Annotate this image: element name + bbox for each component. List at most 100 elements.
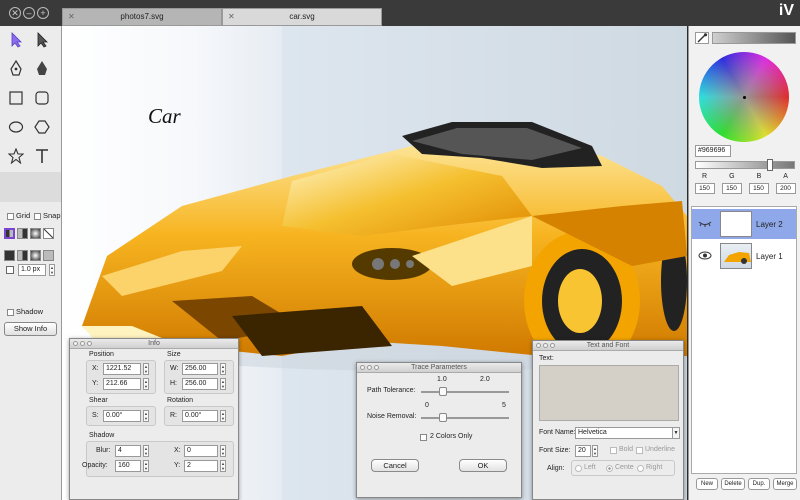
underline-label: Underline xyxy=(645,446,675,453)
align-left-radio[interactable] xyxy=(575,465,582,472)
eye-closed-icon[interactable] xyxy=(698,219,712,227)
font-size-field[interactable]: 20 xyxy=(575,445,591,457)
color-wheel[interactable] xyxy=(699,52,789,142)
rectangle-tool[interactable] xyxy=(6,88,26,108)
stroke-width-field[interactable]: 1.0 px xyxy=(18,264,46,276)
panel-window-controls[interactable] xyxy=(536,343,555,348)
shear-stepper[interactable]: ▲ ▼ xyxy=(143,410,149,422)
hex-color-field[interactable]: #969696 xyxy=(695,145,731,157)
font-name-field[interactable]: Helvetica xyxy=(575,427,673,439)
direct-select-tool[interactable] xyxy=(32,30,52,50)
delete-layer-button[interactable]: Delete xyxy=(721,478,745,490)
align-center-radio[interactable] xyxy=(606,465,613,472)
tolerance-slider-thumb[interactable] xyxy=(439,387,447,396)
bold-checkbox[interactable] xyxy=(610,447,617,454)
font-size-stepper[interactable]: ▲ ▼ xyxy=(592,445,598,457)
shadow-checkbox[interactable] xyxy=(7,309,14,316)
brightness-bar[interactable] xyxy=(712,32,796,44)
eye-icon[interactable] xyxy=(698,251,712,260)
shadow-y-field[interactable]: 2 xyxy=(184,460,218,472)
noise-min-label: 0 xyxy=(425,402,429,409)
duplicate-layer-button[interactable]: Dup. xyxy=(748,478,770,490)
eyedropper-button[interactable] xyxy=(695,32,709,44)
opacity-field[interactable]: 160 xyxy=(115,460,141,472)
fill-none-button[interactable] xyxy=(4,228,15,239)
stroke-clear-button[interactable] xyxy=(43,250,54,261)
shadow-y-stepper[interactable]: ▲ ▼ xyxy=(220,460,226,472)
blur-stepper[interactable]: ▲ ▼ xyxy=(143,445,149,457)
h-field[interactable]: 256.00 xyxy=(182,378,218,390)
select-tool[interactable] xyxy=(6,30,26,50)
merge-layer-button[interactable]: Merge xyxy=(773,478,797,490)
noise-max-label: 5 xyxy=(502,402,506,409)
show-info-button[interactable]: Show Info xyxy=(4,322,57,336)
bold-label: Bold xyxy=(619,446,634,453)
stroke-color-swatch[interactable] xyxy=(6,266,14,274)
noise-slider-thumb[interactable] xyxy=(439,413,447,422)
toolbox: Grid Snap 1.0 px ▲ ▼ Shadow Show Info xyxy=(0,26,62,500)
shadow-x-field[interactable]: 0 xyxy=(184,445,218,457)
polygon-tool[interactable] xyxy=(32,117,52,137)
layer-row[interactable]: Layer 2 xyxy=(692,209,796,239)
align-right-radio[interactable] xyxy=(637,465,644,472)
ellipse-tool[interactable] xyxy=(6,117,26,137)
underline-checkbox[interactable] xyxy=(636,447,643,454)
h-stepper[interactable]: ▲ ▼ xyxy=(220,378,226,390)
grid-checkbox[interactable] xyxy=(7,213,14,220)
maximize-window-button[interactable]: + xyxy=(37,7,49,19)
panel-window-controls[interactable] xyxy=(360,365,379,370)
pen-tool[interactable] xyxy=(6,59,26,79)
shear-field[interactable]: 0.00° xyxy=(103,410,141,422)
b-field[interactable]: 150 xyxy=(748,183,769,194)
layer-row[interactable]: Layer 1 xyxy=(692,241,796,271)
tab-car[interactable]: ✕ car.svg xyxy=(222,8,382,26)
star-tool[interactable] xyxy=(6,146,26,166)
fill-gradient-button[interactable] xyxy=(30,228,41,239)
w-field[interactable]: 256.00 xyxy=(182,363,218,375)
a-field[interactable]: 200 xyxy=(775,183,796,194)
tolerance-slider-track[interactable] xyxy=(421,391,509,393)
y-stepper[interactable]: ▲ ▼ xyxy=(143,378,149,390)
cancel-button[interactable]: Cancel xyxy=(371,459,419,472)
x-field[interactable]: 1221.52 xyxy=(103,363,141,375)
snap-checkbox[interactable] xyxy=(34,213,41,220)
stroke-solid-button[interactable] xyxy=(4,250,15,261)
rounded-rectangle-tool[interactable] xyxy=(32,88,52,108)
alpha-slider-thumb[interactable] xyxy=(767,159,773,171)
text-area[interactable] xyxy=(539,365,679,421)
stroke-gradient-button[interactable] xyxy=(30,250,41,261)
stroke-half-button[interactable] xyxy=(17,250,28,261)
close-tab-icon[interactable]: ✕ xyxy=(228,9,235,25)
minimize-window-button[interactable]: – xyxy=(23,7,35,19)
tab-label: car.svg xyxy=(289,12,315,21)
ok-button[interactable]: OK xyxy=(459,459,507,472)
two-colors-checkbox[interactable] xyxy=(420,434,427,441)
new-layer-button[interactable]: New xyxy=(696,478,718,490)
rotation-field[interactable]: 0.00° xyxy=(182,410,218,422)
y-field[interactable]: 212.66 xyxy=(103,378,141,390)
blur-field[interactable]: 4 xyxy=(115,445,141,457)
text-and-font-panel: Text and Font Text: Font Name: Helvetica… xyxy=(532,340,684,500)
drawing-canvas[interactable]: Car Info Position Size X: 1221.52 ▲ ▼ Y:… xyxy=(62,26,687,500)
fill-clear-button[interactable] xyxy=(43,228,54,239)
opacity-stepper[interactable]: ▲ ▼ xyxy=(143,460,149,472)
g-field[interactable]: 150 xyxy=(721,183,742,194)
tab-photos7[interactable]: ✕ photos7.svg xyxy=(62,8,222,26)
shadow-x-stepper[interactable]: ▲ ▼ xyxy=(220,445,226,457)
rotation-stepper[interactable]: ▲ ▼ xyxy=(220,410,226,422)
pen-fill-tool[interactable] xyxy=(32,59,52,79)
fill-solid-button[interactable] xyxy=(17,228,28,239)
close-tab-icon[interactable]: ✕ xyxy=(68,9,75,25)
stroke-width-stepper[interactable]: ▲ ▼ xyxy=(49,264,55,276)
close-window-button[interactable]: ✕ xyxy=(9,7,21,19)
chevron-down-icon[interactable]: ▼ xyxy=(672,427,680,439)
text-tool[interactable] xyxy=(32,146,52,166)
alpha-bar[interactable] xyxy=(695,161,795,169)
fill-stroke-well[interactable] xyxy=(0,172,61,202)
noise-slider-track[interactable] xyxy=(421,417,509,419)
panel-window-controls[interactable] xyxy=(73,341,92,346)
info-panel: Info Position Size X: 1221.52 ▲ ▼ Y: 212.… xyxy=(69,338,239,500)
r-field[interactable]: 150 xyxy=(694,183,715,194)
w-stepper[interactable]: ▲ ▼ xyxy=(220,363,226,375)
x-stepper[interactable]: ▲ ▼ xyxy=(143,363,149,375)
